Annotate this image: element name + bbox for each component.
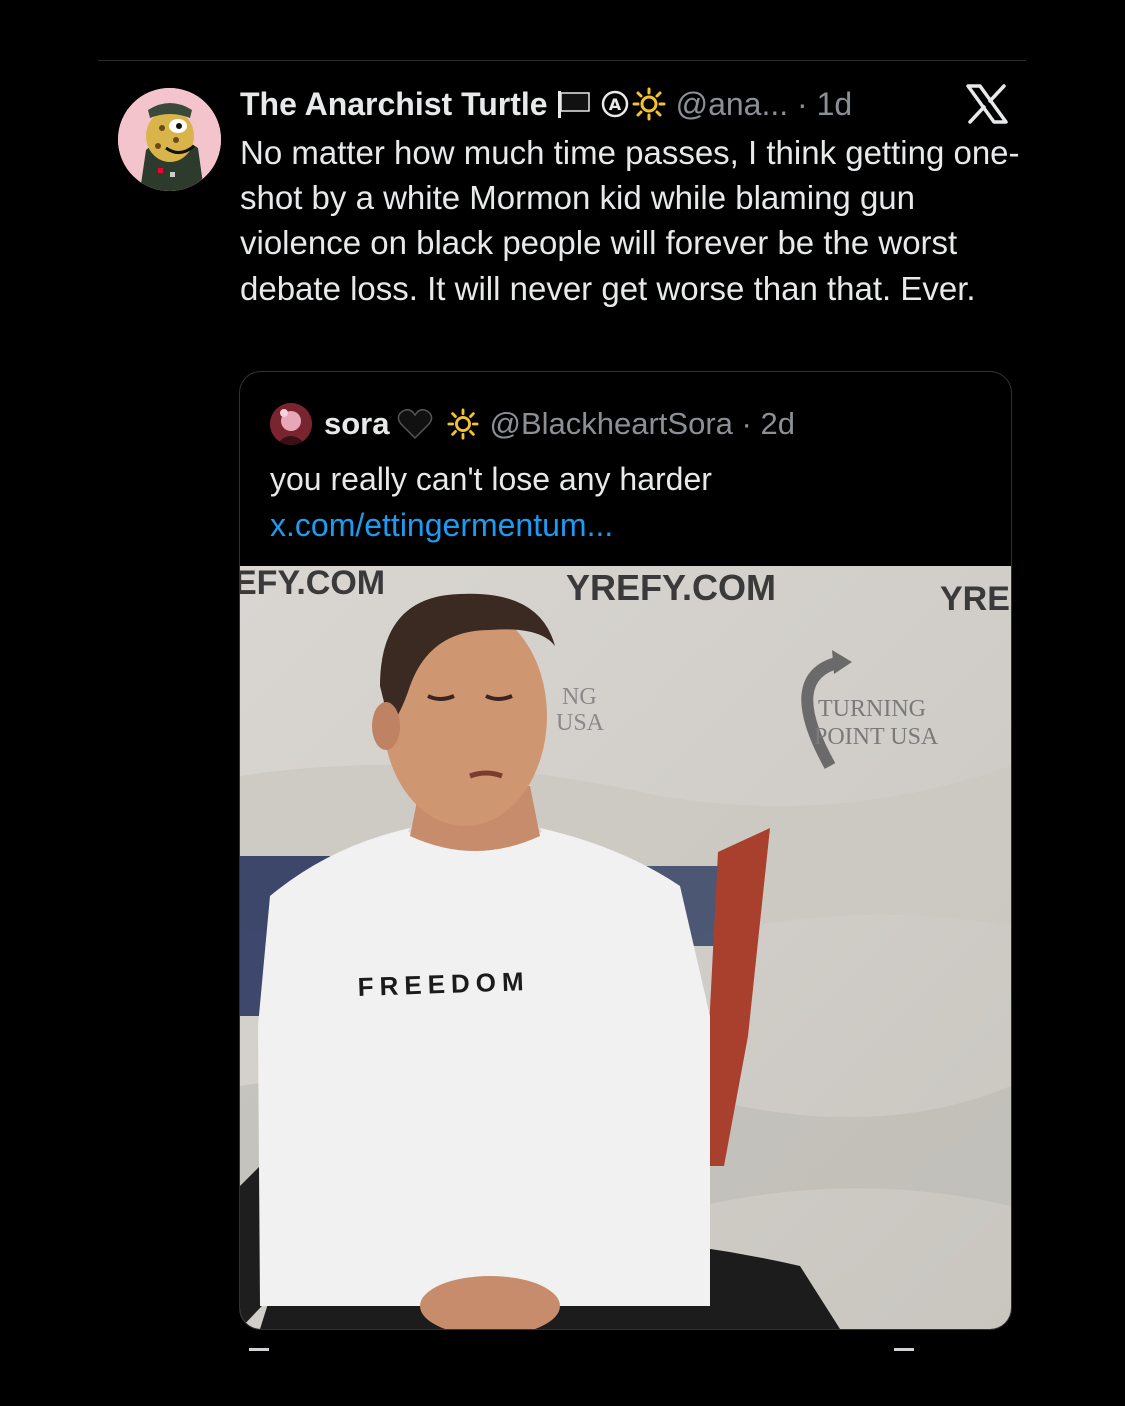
partial-logo-text-1: NG — [562, 684, 597, 710]
partial-logo-text-2: USA — [556, 710, 605, 736]
sun-icon — [632, 87, 666, 121]
quoted-tweet-body: you really can't lose any harder — [270, 461, 712, 497]
quoted-tweet-media[interactable]: EFY.COM YREFY.COM YRE TURNING POINT USA … — [240, 566, 1011, 1329]
quoted-author-handle-and-time[interactable]: @BlackheartSora · 2d — [489, 406, 794, 442]
tpusa-logo-text-2: POINT USA — [814, 724, 939, 750]
banner-text-left: EFY.COM — [240, 566, 385, 602]
banner-text-right: YRE — [940, 580, 1010, 618]
sun-icon — [447, 408, 480, 440]
author-handle-and-time[interactable]: @ana... · 1d — [676, 86, 853, 123]
author-display-name[interactable]: The Anarchist Turtle — [240, 86, 548, 123]
svg-text:A: A — [608, 95, 621, 114]
black-flag-icon — [556, 89, 592, 119]
tpusa-logo-text-1: TURNING — [818, 696, 926, 722]
quoted-author-display-name[interactable]: sora — [324, 406, 389, 442]
black-heart-icon — [397, 408, 433, 440]
quoted-tweet-header: sora @BlackheartSora · 2d — [270, 402, 795, 446]
x-logo-icon[interactable] — [966, 84, 1008, 124]
bottom-edge-mark-left — [249, 1348, 269, 1351]
quoted-tweet-card[interactable]: sora @BlackheartSora · 2d you really can… — [239, 371, 1012, 1330]
tweet-header: The Anarchist Turtle A @ana... · 1d — [240, 82, 852, 126]
banner-text-center: YREFY.COM — [566, 567, 776, 608]
bottom-edge-mark-right — [894, 1348, 914, 1351]
media-photo: EFY.COM YREFY.COM YRE TURNING POINT USA … — [240, 566, 1011, 1329]
top-divider — [98, 60, 1026, 61]
quoted-tweet-link[interactable]: x.com/ettingermentum... — [270, 507, 613, 543]
quoted-author-avatar[interactable] — [270, 403, 312, 445]
author-avatar[interactable] — [118, 88, 221, 191]
shirt-text: FREEDOM — [357, 966, 530, 1002]
anarchy-icon: A — [600, 89, 630, 119]
turtle-avatar-illustration — [118, 88, 221, 191]
quoted-tweet-text: you really can't lose any harder x.com/e… — [270, 456, 990, 548]
tweet-text: No matter how much time passes, I think … — [240, 134, 1020, 307]
